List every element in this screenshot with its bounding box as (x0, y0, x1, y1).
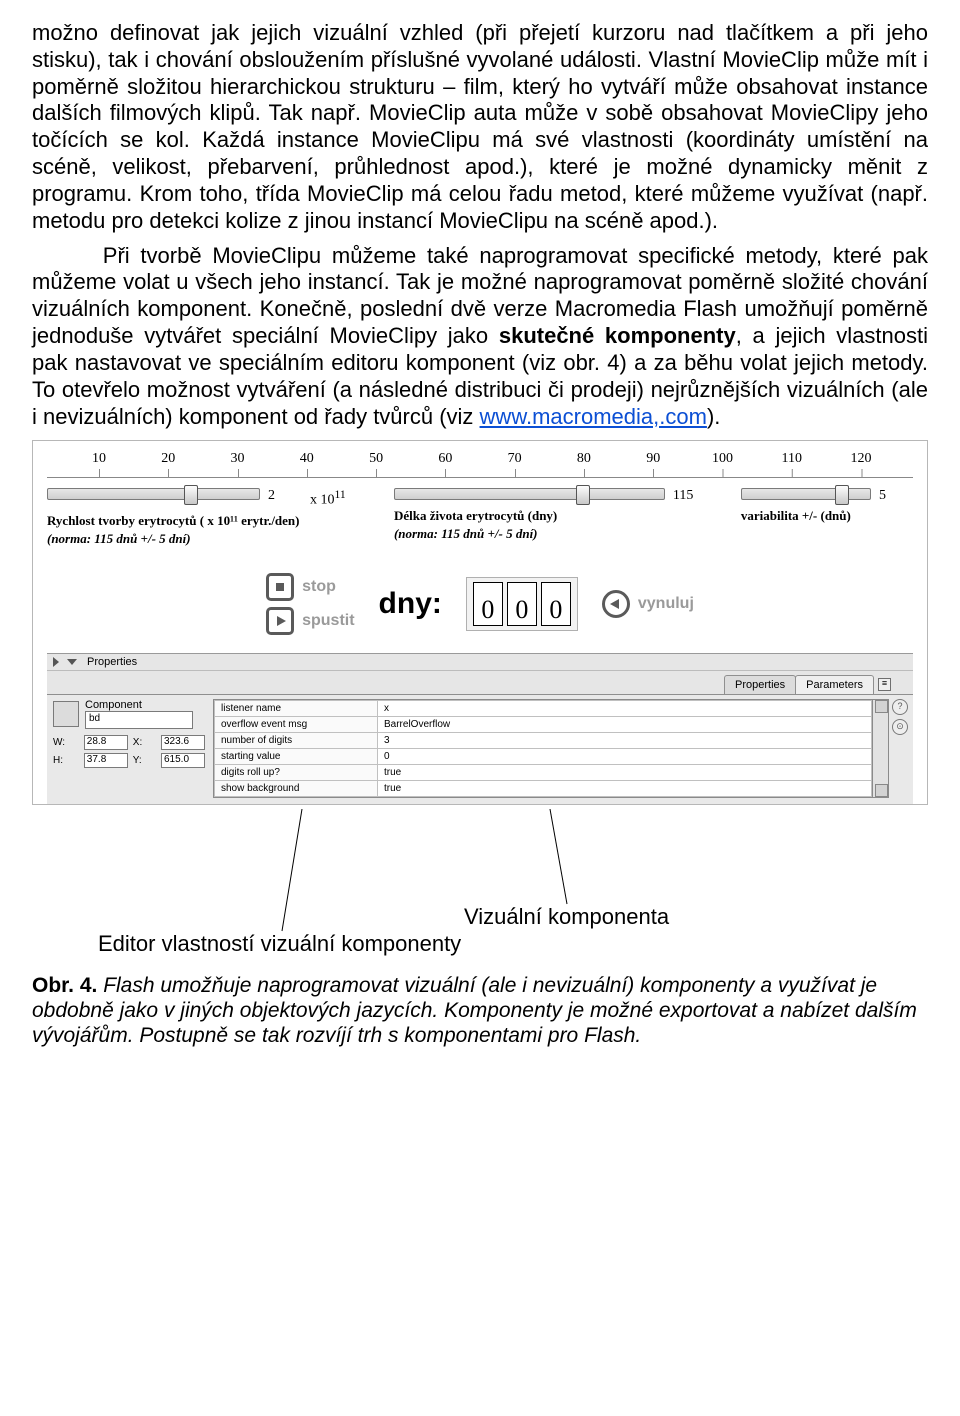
table-row[interactable]: number of digits3 (215, 733, 872, 749)
ruler-tick: 80 (577, 451, 591, 467)
dny-label: dny: (379, 587, 442, 621)
slider-value: 115 (673, 488, 707, 504)
reset-label: vynuluj (638, 595, 694, 613)
dim-y-input[interactable]: 615.0 (161, 753, 205, 768)
slider-note: (norma: 115 dnů +/- 5 dní) (47, 531, 360, 547)
ruler-tick: 50 (369, 451, 383, 467)
slider-track[interactable] (741, 488, 871, 500)
stop-icon (266, 573, 294, 601)
ruler-tick: 70 (508, 451, 522, 467)
table-row[interactable]: overflow event msgBarrelOverflow (215, 717, 872, 733)
macromedia-link[interactable]: www.macromedia,.com (480, 404, 707, 429)
collapse-icon[interactable] (67, 659, 77, 665)
instance-name-input[interactable]: bd (85, 711, 193, 729)
table-row[interactable]: show backgroundtrue (215, 781, 872, 797)
figure-callouts: Vizuální komponenta Editor vlastností vi… (32, 809, 928, 959)
dim-label: Y: (133, 755, 156, 766)
ruler-tick: 30 (231, 451, 245, 467)
reset-icon (602, 590, 630, 618)
ruler-tick: 40 (300, 451, 314, 467)
help-icon[interactable]: ⊙ (892, 719, 908, 735)
ruler-tick: 10 (92, 451, 106, 467)
parameters-table: listener namex overflow event msgBarrelO… (213, 699, 889, 798)
slider-value: 2 (268, 488, 302, 504)
slider-thumb-icon[interactable] (835, 485, 849, 505)
dim-h-input[interactable]: 37.8 (84, 753, 128, 768)
odometer-digit: 0 (541, 582, 571, 626)
caption-number: Obr. 4. (32, 974, 97, 997)
slider-value: 5 (879, 488, 913, 504)
reset-button[interactable]: vynuluj (602, 590, 694, 618)
ruler-tick: 100 (712, 451, 733, 467)
sliders-row: 2 x 1011 Rychlost tvorby erytrocytů ( x … (47, 488, 913, 547)
slider-note: (norma: 115 dnů +/- 5 dní) (394, 526, 707, 542)
dim-label: X: (133, 737, 156, 748)
play-icon (266, 607, 294, 635)
callout-component: Vizuální komponenta (464, 904, 669, 930)
slider-label: Rychlost tvorby erytrocytů ( x 10¹¹ eryt… (47, 513, 360, 529)
dim-w-input[interactable]: 28.8 (84, 735, 128, 750)
expand-icon[interactable] (53, 657, 59, 667)
stop-button[interactable]: stop (266, 573, 354, 601)
info-icon[interactable]: ? (892, 699, 908, 715)
stop-label: stop (302, 578, 336, 596)
slider-exp: x 1011 (310, 488, 360, 509)
component-type-label: Component (85, 699, 193, 711)
dim-x-input[interactable]: 323.6 (161, 735, 205, 750)
play-label: spustit (302, 612, 354, 630)
slider-track[interactable] (394, 488, 665, 500)
table-row[interactable]: digits roll up?true (215, 765, 872, 781)
panel-title: Properties (87, 656, 137, 668)
figure-4: 10 20 30 40 50 60 70 80 90 100 110 120 2 (32, 440, 928, 805)
odometer: 0 0 0 (466, 577, 578, 631)
dim-label: W: (53, 737, 79, 748)
figure-caption: Obr. 4. Flash umožňuje naprogramovat viz… (32, 973, 928, 1049)
para2-c: ). (707, 404, 720, 429)
slider-label: variabilita +/- (dnů) (741, 508, 913, 524)
slider-thumb-icon[interactable] (184, 485, 198, 505)
slider-rychlost: 2 x 1011 Rychlost tvorby erytrocytů ( x … (47, 488, 360, 547)
inspector-left: Component bd W: 28.8 X: 323.6 H: 37.8 Y: 615… (53, 699, 205, 798)
timeline-ruler: 10 20 30 40 50 60 70 80 90 100 110 120 (47, 451, 913, 478)
ruler-tick: 120 (851, 451, 872, 467)
callout-editor: Editor vlastností vizuální komponenty (98, 931, 461, 957)
tab-parameters[interactable]: Parameters (795, 675, 874, 694)
slider-delka: 115 Délka života erytrocytů (dny) (norma… (394, 488, 707, 542)
dim-label: H: (53, 755, 79, 766)
odometer-digit: 0 (507, 582, 537, 626)
component-icon (53, 701, 79, 727)
ruler-tick: 90 (646, 451, 660, 467)
play-button[interactable]: spustit (266, 607, 354, 635)
ruler-tick: 20 (161, 451, 175, 467)
slider-variabilita: 5 variabilita +/- (dnů) (741, 488, 913, 524)
paragraph-2: Při tvorbě MovieClipu můžeme také naprog… (32, 243, 928, 431)
slider-thumb-icon[interactable] (576, 485, 590, 505)
tab-properties[interactable]: Properties (724, 675, 796, 694)
panel-menu-icon[interactable]: ≡ (878, 678, 891, 691)
table-row[interactable]: starting value0 (215, 749, 872, 765)
scrollbar[interactable] (872, 700, 888, 797)
property-inspector: Properties Properties Parameters ≡ Compo… (47, 653, 913, 804)
ruler-tick: 60 (438, 451, 452, 467)
paragraph-1: možno definovat jak jejich vizuální vzhl… (32, 20, 928, 235)
slider-track[interactable] (47, 488, 260, 500)
slider-label: Délka života erytrocytů (dny) (394, 508, 707, 524)
odometer-digit: 0 (473, 582, 503, 626)
table-row[interactable]: listener namex (215, 701, 872, 717)
para2-bold: skutečné komponenty (499, 323, 736, 348)
ruler-tick: 110 (782, 451, 802, 467)
controls-row: stop spustit dny: 0 0 0 vynuluj (47, 573, 913, 635)
caption-text: Flash umožňuje naprogramovat vizuální (a… (32, 974, 917, 1047)
